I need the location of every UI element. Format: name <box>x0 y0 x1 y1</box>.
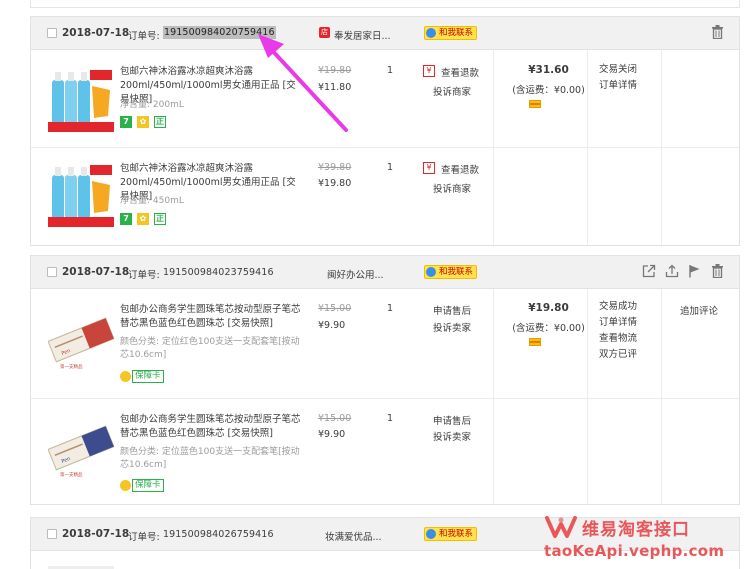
order-item-row: 包邮六神沐浴露冰凉超爽沐浴露200ml/450ml/1000ml男女通用正品 [… <box>31 148 739 244</box>
order-date: 2018-07-18 <box>62 528 130 540</box>
view-refund-link[interactable]: 查看退款 <box>441 65 479 79</box>
quantity: 1 <box>387 303 394 314</box>
previous-order-bottom <box>30 0 740 8</box>
genuine-icon[interactable]: 正 <box>154 213 166 225</box>
guarantee-card-badge[interactable]: 保障卡 <box>120 479 164 492</box>
complain-seller-link[interactable]: 投诉商家 <box>433 181 471 195</box>
refund-icon: ¥ <box>423 65 435 77</box>
shop-name-link[interactable]: 妆满爱优品... <box>325 529 382 543</box>
guarantee-icon[interactable]: ✿ <box>137 213 149 225</box>
paid-price: ¥11.80 <box>318 82 352 93</box>
wangwang-icon <box>426 529 436 539</box>
product-thumbnail[interactable]: Pen 第一支精品 <box>47 307 115 373</box>
view-logistics-link[interactable]: 查看物流 <box>599 331 637 347</box>
product-attribute: 净含量: 200mL <box>120 100 184 110</box>
complain-seller-link[interactable]: 投诉商家 <box>433 84 471 98</box>
order-date: 2018-07-18 <box>62 266 130 278</box>
order-card: 2018-07-18 订单号: 191500984023759416 闽好办公用… <box>30 255 740 505</box>
complain-seller-link[interactable]: 投诉卖家 <box>433 320 471 334</box>
paid-price: ¥9.90 <box>318 320 346 331</box>
flag-icon[interactable] <box>687 264 702 279</box>
order-number[interactable]: 191500984020759416 <box>163 26 276 39</box>
quantity: 1 <box>387 413 394 424</box>
shop-icon: 店 <box>319 27 330 38</box>
guarantee-icon <box>120 371 131 382</box>
apply-after-sale-link[interactable]: 申请售后 <box>433 303 471 317</box>
upload-icon[interactable] <box>664 264 679 279</box>
product-attribute: 颜色分类: 定位红色100支送一支配套笔[按动芯10.6cm] <box>120 337 300 360</box>
order-item-row: 包邮六神沐浴露冰凉超爽沐浴露200ml/450ml/1000ml男女通用正品 [… <box>31 50 739 148</box>
complain-seller-link[interactable]: 投诉卖家 <box>433 429 471 443</box>
order-checkbox[interactable] <box>47 267 57 277</box>
shipping-fee: (含运费：¥0.00) <box>512 85 585 96</box>
vephp-logo-icon <box>545 516 577 538</box>
wangwang-icon <box>426 28 436 38</box>
order-checkbox[interactable] <box>47 529 57 539</box>
share-icon[interactable] <box>641 264 656 279</box>
original-price: ¥19.80 <box>318 65 352 76</box>
order-total: ¥19.80 <box>528 302 569 314</box>
product-attribute: 颜色分类: 定位蓝色100支送一支配套笔[按动芯10.6cm] <box>120 447 300 470</box>
guarantee-icon <box>120 480 131 491</box>
order-number-label: 订单号: <box>128 532 160 543</box>
review-status: 双方已评 <box>599 349 638 360</box>
delete-order-icon[interactable] <box>710 264 725 279</box>
order-total: ¥31.60 <box>528 64 569 76</box>
seven-day-return-icon[interactable]: 7 <box>120 116 132 128</box>
svg-text:第一支精品: 第一支精品 <box>60 363 83 370</box>
original-price: ¥15.00 <box>318 413 352 424</box>
payment-card-icon <box>529 100 541 108</box>
original-price: ¥39.80 <box>318 162 352 173</box>
order-number[interactable]: 191500984023759416 <box>163 267 274 278</box>
apply-after-sale-link[interactable]: 申请售后 <box>433 413 471 427</box>
guarantee-card-badge[interactable]: 保障卡 <box>120 370 164 383</box>
order-number[interactable]: 191500984026759416 <box>163 529 274 540</box>
product-title-link[interactable]: 包邮办公商务学生圆珠笔芯按动型原子笔芯替芯黑色蓝色红色圆珠芯 [交易快照] <box>120 413 304 441</box>
watermark-title: 维易淘客接口 <box>582 520 690 540</box>
shop-name-link[interactable]: 奉发居家日... <box>334 28 391 42</box>
refund-icon: ¥ <box>423 162 435 174</box>
order-card: 2018-07-18 订单号: 191500984020759416 店 奉发居… <box>30 16 740 246</box>
order-status: 交易关闭 <box>599 64 638 75</box>
contact-seller-button[interactable]: 和我联系 <box>424 265 478 279</box>
order-detail-link[interactable]: 订单详情 <box>599 315 637 331</box>
quantity: 1 <box>387 162 394 173</box>
payment-card-icon <box>529 338 541 346</box>
contact-seller-button[interactable]: 和我联系 <box>424 527 478 541</box>
order-checkbox[interactable] <box>47 28 57 38</box>
order-item-row: Pen 第一支精品 包邮办公商务学生圆珠笔芯按动型原子笔芯替芯黑色蓝色红色圆珠芯… <box>31 289 739 399</box>
add-review-link[interactable]: 追加评论 <box>680 303 718 317</box>
watermark: 维易淘客接口 taoKeApi.vephp.com <box>542 512 747 566</box>
product-thumbnail[interactable] <box>48 161 114 227</box>
contact-seller-button[interactable]: 和我联系 <box>424 26 478 40</box>
product-thumbnail[interactable] <box>48 66 114 132</box>
order-header: 2018-07-18 订单号: 191500984020759416 店 奉发居… <box>31 17 739 50</box>
watermark-url: taoKeApi.vephp.com <box>544 542 725 560</box>
product-attribute: 净含量: 450mL <box>120 196 184 206</box>
paid-price: ¥9.90 <box>318 429 346 440</box>
delete-order-icon[interactable] <box>710 25 725 40</box>
order-number-label: 订单号: <box>128 270 160 281</box>
shop-name-link[interactable]: 闽好办公用... <box>327 267 384 281</box>
wangwang-icon <box>426 267 436 277</box>
guarantee-icon[interactable]: ✿ <box>137 116 149 128</box>
order-header: 2018-07-18 订单号: 191500984023759416 闽好办公用… <box>31 256 739 289</box>
order-date: 2018-07-18 <box>62 27 130 39</box>
paid-price: ¥19.80 <box>318 178 352 189</box>
order-detail-link[interactable]: 订单详情 <box>599 78 637 94</box>
original-price: ¥15.00 <box>318 303 352 314</box>
seven-day-return-icon[interactable]: 7 <box>120 213 132 225</box>
genuine-icon[interactable]: 正 <box>154 116 166 128</box>
view-refund-link[interactable]: 查看退款 <box>441 162 479 176</box>
shipping-fee: (含运费：¥0.00) <box>512 323 585 334</box>
product-thumbnail[interactable]: Pen 第一支精品 <box>47 415 115 481</box>
order-status: 交易成功 <box>599 301 638 312</box>
product-title-link[interactable]: 包邮办公商务学生圆珠笔芯按动型原子笔芯替芯黑色蓝色红色圆珠芯 [交易快照] <box>120 303 304 331</box>
svg-text:第一支精品: 第一支精品 <box>60 471 83 478</box>
order-item-row: Pen 第一支精品 包邮办公商务学生圆珠笔芯按动型原子笔芯替芯黑色蓝色红色圆珠芯… <box>31 399 739 504</box>
order-number-label: 订单号: <box>128 31 160 42</box>
quantity: 1 <box>387 65 394 76</box>
